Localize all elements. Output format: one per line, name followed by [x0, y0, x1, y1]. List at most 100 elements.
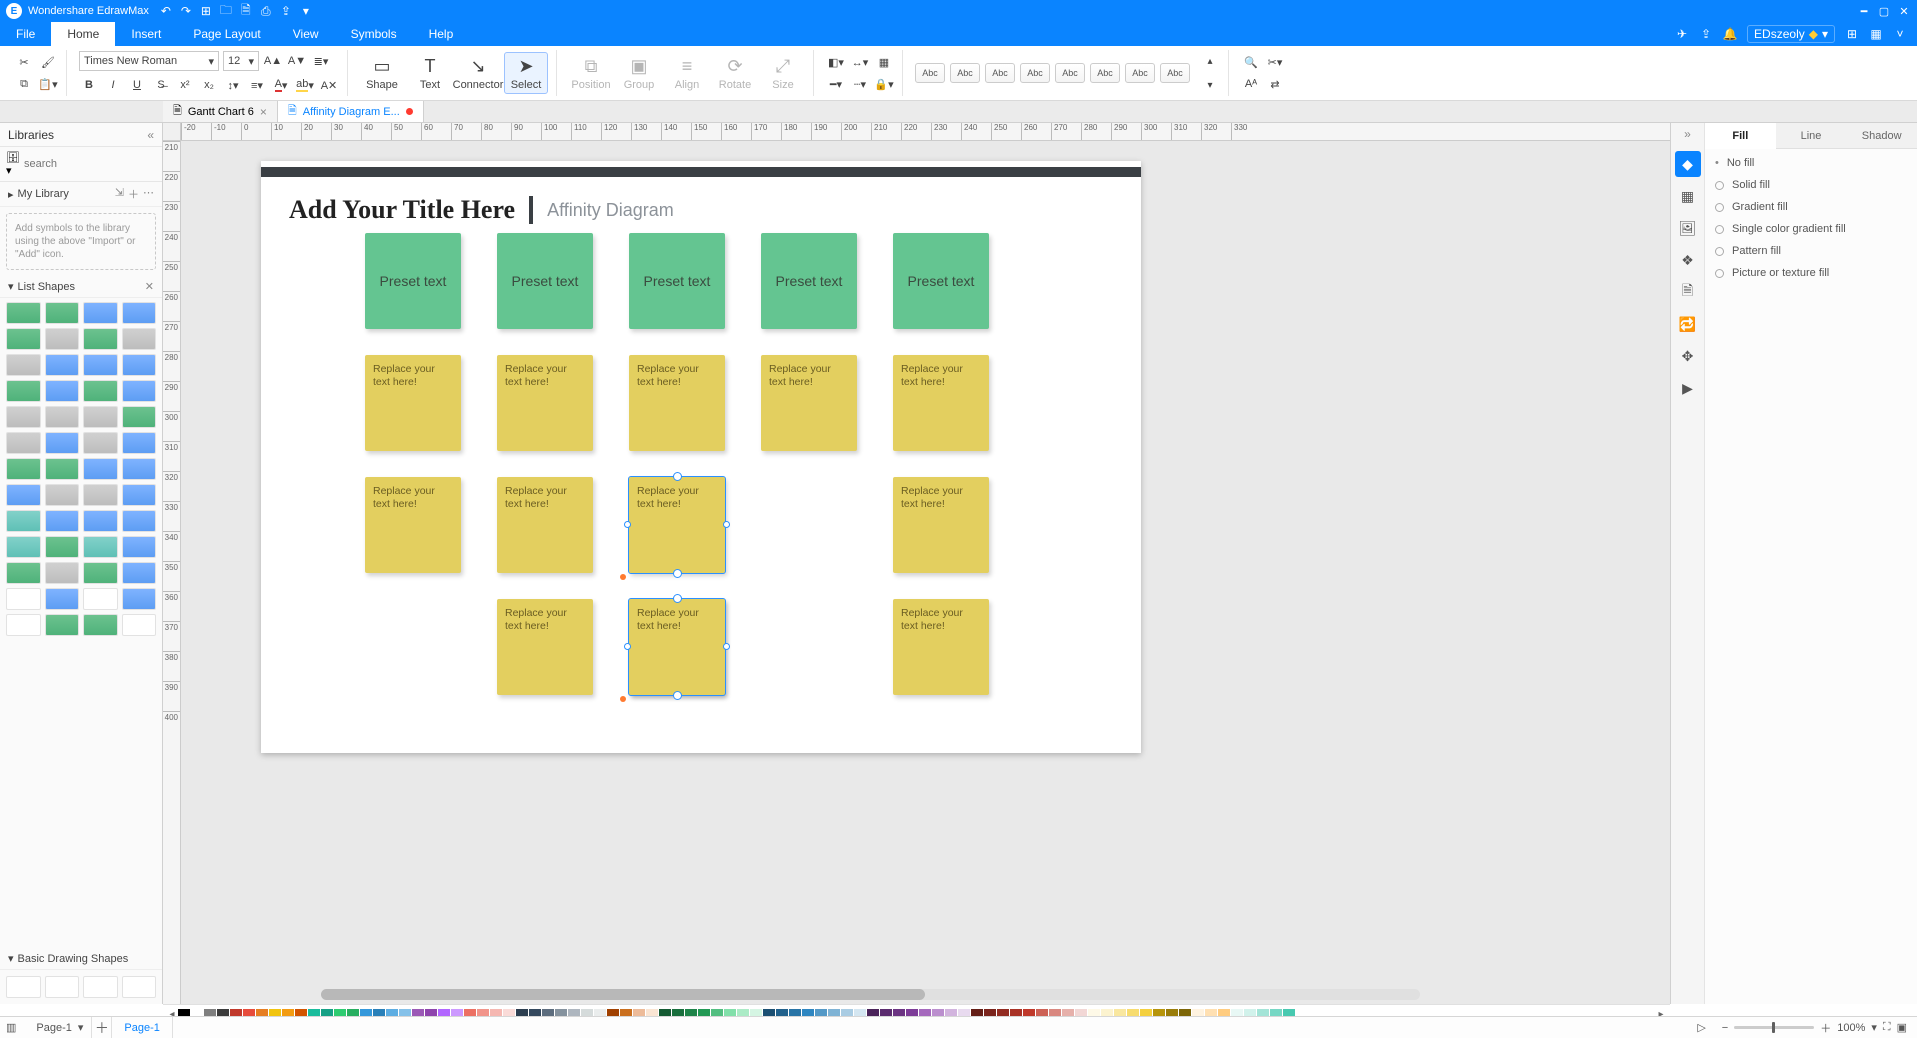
replace-card[interactable]: Replace your text here!	[629, 599, 725, 695]
shape-thumb[interactable]	[122, 588, 157, 610]
shape-thumb[interactable]	[6, 380, 41, 402]
zoom-out-icon[interactable]: −	[1722, 1022, 1728, 1034]
shape-thumb[interactable]	[45, 432, 80, 454]
replace-card[interactable]: Replace your text here!	[893, 477, 989, 573]
menu-tab-file[interactable]: File	[0, 22, 51, 46]
shape-thumb[interactable]	[83, 510, 118, 532]
align-menu-icon[interactable]: ≣▾	[311, 51, 331, 71]
section-my-library[interactable]: ▸My Library ⇲＋⋯	[0, 182, 162, 207]
replace-card[interactable]: Replace your text here!	[629, 355, 725, 451]
increase-font-icon[interactable]: A▲	[263, 51, 283, 71]
italic-icon[interactable]: I	[103, 75, 123, 95]
menu-tab-home[interactable]: Home	[51, 22, 115, 46]
paint-icon[interactable]: ◆	[1675, 151, 1701, 177]
layers-icon[interactable]: ❖	[1675, 247, 1701, 273]
send-icon[interactable]: ✈	[1675, 27, 1689, 41]
line-dash-icon[interactable]: ┄▾	[850, 74, 870, 94]
close-tab-icon[interactable]: ×	[260, 105, 267, 119]
panel-tab-line[interactable]: Line	[1776, 123, 1847, 149]
basic-shape-thumb[interactable]	[122, 976, 157, 998]
quickstyle-down-icon[interactable]: ▾	[1200, 75, 1220, 95]
font-size-select[interactable]: 12▾	[223, 51, 259, 71]
shape-thumb[interactable]	[83, 562, 118, 584]
shape-thumb[interactable]	[45, 562, 80, 584]
shape-thumb[interactable]	[122, 614, 157, 636]
zoom-in-icon[interactable]: ＋	[1820, 1020, 1831, 1036]
preset-card[interactable]: Preset text	[761, 233, 857, 329]
fill-color-icon[interactable]: ◧▾	[826, 52, 846, 72]
replace-card[interactable]: Replace your text here!	[497, 355, 593, 451]
cut-icon[interactable]: ✂	[14, 52, 34, 72]
preset-card[interactable]: Preset text	[893, 233, 989, 329]
shape-thumb[interactable]	[6, 510, 41, 532]
basic-shape-thumb[interactable]	[6, 976, 41, 998]
section-list-shapes[interactable]: ▾List Shapes ✕	[0, 276, 162, 298]
shape-thumb[interactable]	[6, 406, 41, 428]
lock-icon[interactable]: 🔒▾	[874, 74, 894, 94]
window-minimize-icon[interactable]: ━	[1857, 4, 1871, 18]
replace-card[interactable]: Replace your text here!	[893, 355, 989, 451]
crop-icon[interactable]: ✂▾	[1265, 52, 1285, 72]
listshapes-close-icon[interactable]: ✕	[145, 280, 154, 293]
bell-icon[interactable]: 🔔	[1723, 27, 1737, 41]
shadow-icon[interactable]: ▦	[874, 52, 894, 72]
subscript-icon[interactable]: x₂	[199, 75, 219, 95]
shape-thumb[interactable]	[83, 380, 118, 402]
fullscreen-icon[interactable]: ▣	[1897, 1021, 1907, 1034]
shape-thumb[interactable]	[122, 328, 157, 350]
open-icon[interactable]: 🗀	[219, 4, 233, 18]
clear-format-icon[interactable]: A✕	[319, 75, 339, 95]
shape-thumb[interactable]	[83, 406, 118, 428]
page-nav-icon[interactable]: ▥	[0, 1021, 22, 1034]
page[interactable]: Add Your Title Here Affinity Diagram Pre…	[261, 161, 1141, 753]
shape-thumb[interactable]	[122, 484, 157, 506]
library-shapes-scroll[interactable]	[0, 298, 162, 948]
shape-thumb[interactable]	[45, 406, 80, 428]
preset-card[interactable]: Preset text	[365, 233, 461, 329]
window-close-icon[interactable]: ✕	[1897, 4, 1911, 18]
replace-card[interactable]: Replace your text here!	[761, 355, 857, 451]
select-button[interactable]: ➤Select	[504, 52, 548, 94]
quick-style-4[interactable]: Abc	[1055, 63, 1085, 83]
window-maximize-icon[interactable]: ▢	[1877, 4, 1891, 18]
shape-thumb[interactable]	[122, 354, 157, 376]
shape-thumb[interactable]	[6, 458, 41, 480]
doc-tab[interactable]: 🗎Gantt Chart 6×	[163, 101, 278, 122]
format-painter-icon[interactable]: 🖌	[38, 52, 58, 72]
shape-thumb[interactable]	[6, 562, 41, 584]
new-icon[interactable]: ⊞	[199, 4, 213, 18]
font-family-select[interactable]: Times New Roman▾	[79, 51, 219, 71]
shape-thumb[interactable]	[6, 328, 41, 350]
shape-thumb[interactable]	[45, 354, 80, 376]
replace-card[interactable]: Replace your text here!	[497, 599, 593, 695]
fit-page-icon[interactable]: ⛶	[1883, 1021, 1891, 1034]
shape-thumb[interactable]	[83, 354, 118, 376]
page-icon[interactable]: 🗎	[1675, 279, 1701, 305]
shape-thumb[interactable]	[45, 614, 80, 636]
user-chip[interactable]: EDszeoly◆▾	[1747, 25, 1835, 43]
image-icon[interactable]: 🖼	[1675, 215, 1701, 241]
shape-thumb[interactable]	[83, 588, 118, 610]
menu-tab-page-layout[interactable]: Page Layout	[177, 22, 276, 46]
canvas-h-scrollbar[interactable]	[321, 989, 1420, 1000]
save-icon[interactable]: 🗎	[239, 4, 253, 18]
shape-button[interactable]: ▭Shape	[360, 53, 404, 93]
shape-thumb[interactable]	[122, 536, 157, 558]
shape-thumb[interactable]	[45, 484, 80, 506]
undo-icon[interactable]: ↶	[159, 4, 173, 18]
highlight-icon[interactable]: ab▾	[295, 75, 315, 95]
bold-icon[interactable]: B	[79, 75, 99, 95]
text-style-icon[interactable]: Aᴬ	[1241, 74, 1261, 94]
quick-style-5[interactable]: Abc	[1090, 63, 1120, 83]
shape-thumb[interactable]	[6, 536, 41, 558]
library-collapse-icon[interactable]: «	[147, 128, 154, 142]
line-spacing-icon[interactable]: ↕▾	[223, 75, 243, 95]
superscript-icon[interactable]: x²	[175, 75, 195, 95]
repeat-icon[interactable]: 🔁	[1675, 311, 1701, 337]
quickstyle-up-icon[interactable]: ▴	[1200, 51, 1220, 71]
menu-tab-insert[interactable]: Insert	[115, 22, 177, 46]
canvas-h-scrollbar-thumb[interactable]	[321, 989, 925, 1000]
shape-thumb[interactable]	[45, 302, 80, 324]
page-subtitle[interactable]: Affinity Diagram	[547, 200, 674, 221]
replace-icon[interactable]: ⇄	[1265, 74, 1285, 94]
